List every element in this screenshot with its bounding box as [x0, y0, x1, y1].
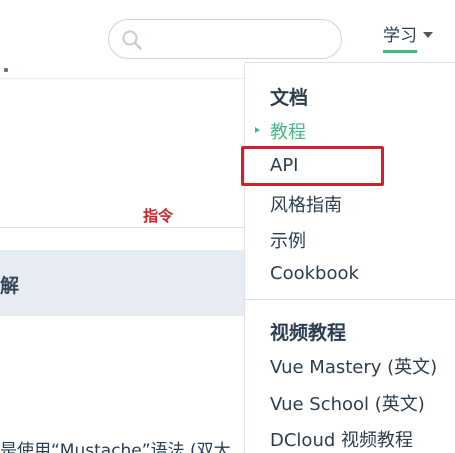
active-marker-icon — [255, 127, 260, 133]
highlighted-heading-text: 解 — [0, 275, 20, 297]
menu-item-style-guide[interactable]: 风格指南 — [270, 191, 342, 217]
menu-item-vue-school[interactable]: Vue School (英文) — [270, 390, 425, 416]
menu-item-vue-mastery[interactable]: Vue Mastery (英文) — [270, 353, 437, 379]
nav-item-learn[interactable]: 学习 — [383, 24, 433, 56]
content-divider — [0, 227, 245, 228]
directive-annotation-label: 指令 — [143, 207, 174, 225]
search-icon — [122, 30, 142, 50]
highlighted-heading-row — [0, 250, 245, 316]
learn-dropdown-menu: 文档 教程 API 风格指南 示例 Cookbook 视频教程 Vue Mast… — [244, 62, 455, 453]
menu-item-cookbook[interactable]: Cookbook — [270, 263, 359, 284]
menu-item-tutorial[interactable]: 教程 — [270, 118, 306, 144]
menu-item-examples[interactable]: 示例 — [270, 227, 306, 253]
group-title-video: 视频教程 — [270, 322, 347, 344]
paragraph-text: 是使用“Mustache”语法 (双大 — [0, 441, 231, 453]
group-title-docs: 文档 — [270, 87, 309, 109]
search-input[interactable] — [108, 19, 342, 59]
dropdown-divider — [245, 299, 455, 300]
menu-item-dcloud[interactable]: DCloud 视频教程 — [270, 426, 413, 452]
chevron-down-icon — [423, 31, 433, 38]
nav-learn-label: 学习 — [383, 24, 417, 53]
api-annotation-box — [241, 146, 384, 186]
text-fragment-mark — [4, 68, 8, 72]
